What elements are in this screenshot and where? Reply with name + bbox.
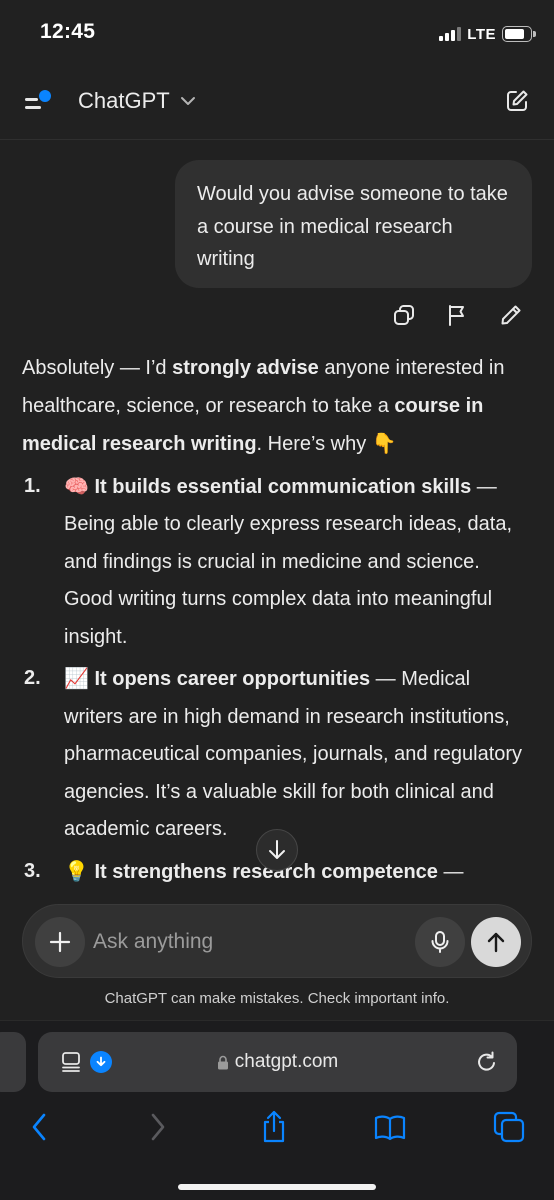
reader-icon xyxy=(62,1052,80,1072)
voice-input-button[interactable] xyxy=(415,917,465,967)
sidebar-menu-icon-line xyxy=(25,106,41,109)
list-item-title: It opens career opportunities xyxy=(94,668,371,690)
assistant-intro: Absolutely — I’d strongly advise anyone … xyxy=(22,350,534,464)
user-message-bubble: Would you advise someone to take a cours… xyxy=(175,160,532,288)
tabs-icon xyxy=(493,1111,525,1143)
copy-message-button[interactable] xyxy=(390,300,418,330)
scroll-to-bottom-button[interactable] xyxy=(256,829,298,871)
app-header: ChatGPT xyxy=(0,66,554,140)
send-button[interactable] xyxy=(471,917,521,967)
intro-text: Absolutely — I’d xyxy=(22,357,173,379)
edit-message-button[interactable] xyxy=(497,300,525,330)
intro-text: . Here’s why xyxy=(256,433,372,455)
status-bar: 12:45 LTE xyxy=(0,0,554,66)
share-icon xyxy=(263,1110,285,1143)
signal-icon xyxy=(439,27,462,41)
list-number: 2. xyxy=(24,667,41,689)
attach-button[interactable] xyxy=(35,917,85,967)
flag-message-button[interactable] xyxy=(443,300,471,330)
browser-chrome: chatgpt.com xyxy=(0,1020,554,1200)
intro-bold: strongly advise xyxy=(172,357,319,379)
chevron-down-icon xyxy=(180,97,195,105)
composer xyxy=(22,904,532,978)
new-chat-icon xyxy=(507,90,528,111)
sidebar-menu-icon xyxy=(25,98,38,101)
pointing-down-emoji: 👇 xyxy=(371,431,397,455)
sidebar-menu-button[interactable] xyxy=(22,86,56,120)
list-item: 1. 🧠 It builds essential communication s… xyxy=(22,468,534,657)
brain-emoji: 🧠 xyxy=(64,473,89,498)
notification-dot xyxy=(39,90,51,102)
back-icon xyxy=(32,1113,46,1141)
list-number: 1. xyxy=(24,474,41,497)
plus-icon xyxy=(49,931,71,953)
back-button[interactable] xyxy=(22,1110,56,1144)
status-time: 12:45 xyxy=(40,20,96,43)
flag-icon xyxy=(449,305,464,326)
disclaimer-text: ChatGPT can make mistakes. Check importa… xyxy=(104,990,450,1007)
share-button[interactable] xyxy=(257,1110,291,1144)
new-chat-button[interactable] xyxy=(504,88,530,114)
list-item-body: — Medical writers are in high demand in … xyxy=(64,668,523,840)
reload-icon xyxy=(478,1051,495,1071)
reload-button[interactable] xyxy=(475,1050,499,1074)
network-label: LTE xyxy=(467,25,496,43)
forward-button[interactable] xyxy=(141,1110,175,1144)
forward-icon xyxy=(151,1113,165,1141)
address-bar[interactable]: chatgpt.com xyxy=(38,1032,517,1092)
home-indicator xyxy=(178,1184,376,1190)
previous-tab-preview[interactable] xyxy=(0,1032,26,1092)
chart-emoji: 📈 xyxy=(64,666,89,690)
arrow-down-icon xyxy=(269,840,285,859)
battery-icon xyxy=(502,26,536,42)
url-text: chatgpt.com xyxy=(234,1051,339,1072)
list-item-title: It builds essential communication skills xyxy=(94,475,472,498)
status-indicators: LTE xyxy=(439,22,536,46)
bookmarks-icon xyxy=(374,1115,406,1141)
reader-button[interactable] xyxy=(60,1051,82,1073)
download-button[interactable] xyxy=(90,1051,112,1073)
lock-icon xyxy=(217,1055,228,1069)
list-item: 2. 📈 It opens career opportunities — Med… xyxy=(22,660,534,849)
message-input[interactable] xyxy=(93,927,403,957)
light-bulb-emoji: 💡 xyxy=(64,858,89,883)
tabs-button[interactable] xyxy=(492,1110,526,1144)
microphone-icon xyxy=(431,931,449,953)
list-item-body: — Being able to clearly express research… xyxy=(64,475,513,648)
bookmarks-button[interactable] xyxy=(373,1110,407,1144)
download-icon xyxy=(96,1056,106,1067)
copy-icon xyxy=(394,305,414,325)
app-title: ChatGPT xyxy=(78,88,170,113)
model-selector[interactable]: ChatGPT xyxy=(78,88,196,114)
send-arrow-icon xyxy=(487,932,505,953)
edit-icon xyxy=(501,305,521,325)
